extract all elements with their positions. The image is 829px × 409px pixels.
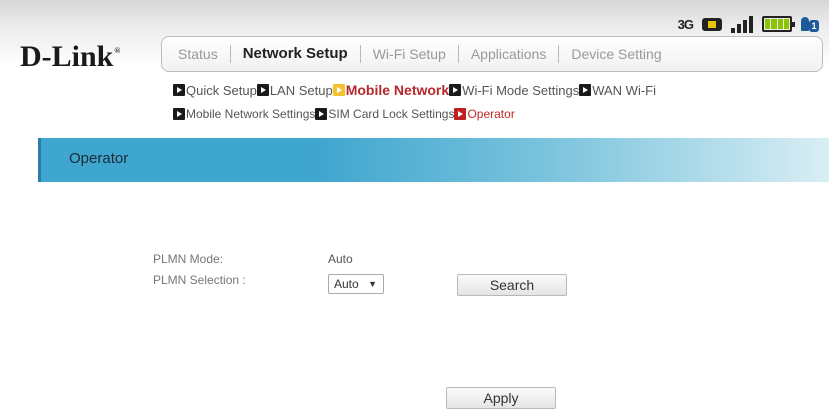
subnav-wifi-mode-settings[interactable]: Wi-Fi Mode Settings (449, 83, 579, 98)
search-button[interactable]: Search (457, 274, 567, 296)
nav-status[interactable]: Status (166, 45, 231, 63)
plmn-selection-label: PLMN Selection : (153, 273, 246, 287)
subnav-quick-setup[interactable]: Quick Setup (173, 83, 257, 98)
signal-icon (731, 15, 753, 33)
arrow-right-icon (173, 108, 185, 120)
arrow-right-icon (449, 84, 462, 96)
subnav-operator[interactable]: Operator (454, 107, 515, 121)
subnav-row-2: Mobile Network Settings SIM Card Lock Se… (173, 107, 515, 121)
arrow-right-icon (579, 84, 592, 96)
status-icons: 3G 1 (678, 13, 821, 35)
section-title: Operator (69, 150, 129, 167)
subnav-wan-wifi[interactable]: WAN Wi-Fi (579, 83, 656, 98)
subnav-lan-setup[interactable]: LAN Setup (256, 83, 333, 98)
arrow-right-icon (332, 84, 345, 96)
dropdown-arrow-icon: ▼ (368, 279, 377, 289)
arrow-right-icon (173, 84, 185, 96)
brand-logo: D-Link® (20, 40, 121, 73)
nav-device-setting[interactable]: Device Setting (559, 45, 673, 63)
plmn-selection-select[interactable]: Auto ▼ (328, 274, 384, 294)
sms-icon[interactable] (702, 17, 722, 31)
section-header: Operator (38, 138, 829, 182)
plmn-mode-label: PLMN Mode: (153, 252, 224, 266)
nav-wifi-setup[interactable]: Wi-Fi Setup (361, 45, 459, 63)
subnav-sim-card-lock-settings[interactable]: SIM Card Lock Settings (315, 107, 454, 121)
battery-icon (762, 16, 795, 32)
arrow-right-icon (256, 84, 269, 96)
nav-applications[interactable]: Applications (459, 45, 560, 63)
subnav-row-1: Quick Setup LAN Setup Mobile Network Wi-… (173, 82, 656, 98)
subnav-mobile-network-settings[interactable]: Mobile Network Settings (173, 107, 315, 121)
connected-users-icon[interactable]: 1 (801, 15, 821, 33)
plmn-mode-value: Auto (328, 252, 353, 266)
arrow-right-icon (454, 108, 467, 120)
subnav-mobile-network[interactable]: Mobile Network (332, 82, 449, 98)
main-nav: Status Network Setup Wi-Fi Setup Applica… (161, 36, 823, 72)
network-type-badge: 3G (677, 16, 694, 32)
nav-network-setup[interactable]: Network Setup (231, 45, 361, 63)
arrow-right-icon (315, 108, 328, 120)
